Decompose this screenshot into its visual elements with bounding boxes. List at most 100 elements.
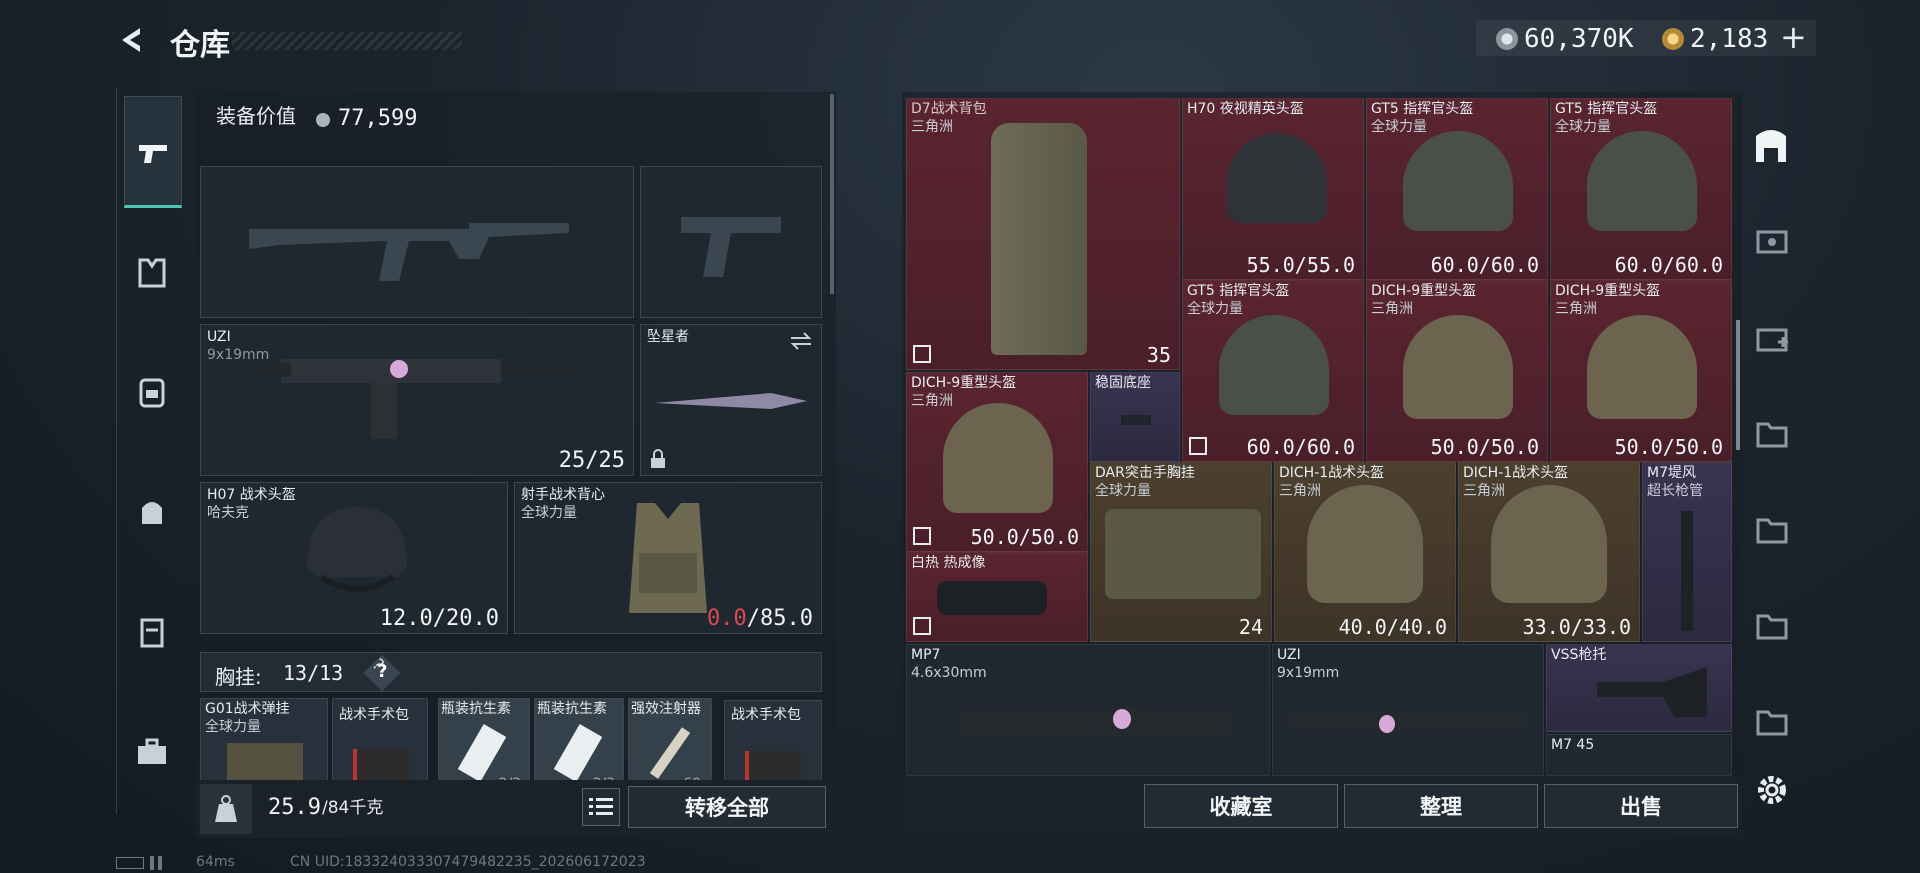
item-name: DICH-1战术头盔 (1463, 465, 1569, 481)
ping-text: 64ms (196, 854, 235, 870)
stash-tab-1[interactable] (1752, 218, 1792, 258)
chest-rig-header: 胸挂: 13/13 ? ? (200, 652, 822, 692)
signal-icon (150, 856, 182, 870)
scope-icon (937, 581, 1047, 615)
gold-icon (1662, 28, 1684, 50)
add-currency-button[interactable]: + (1780, 18, 1807, 56)
stash-item-helmet[interactable]: DICH-9重型头盔 三角洲 50.0/50.0 (1366, 280, 1548, 462)
durability: 0.0/85.0 (707, 606, 813, 631)
no-trade-icon (913, 527, 931, 545)
item-name: DICH-1战术头盔 (1279, 465, 1385, 481)
stash-item-stock[interactable]: VSS枪托 (1546, 644, 1732, 732)
item-brand: 哈夫克 (207, 505, 249, 521)
stash-item-mount[interactable]: 稳固底座 (1090, 372, 1180, 462)
stash-tab-4[interactable] (1752, 508, 1792, 548)
durability: 55.0/55.0 (1246, 253, 1355, 277)
durability-max: /85.0 (746, 606, 813, 631)
folder-icon (1756, 518, 1788, 544)
stash-scrollbar[interactable] (1736, 320, 1740, 450)
sell-button[interactable]: 出售 (1544, 784, 1738, 828)
folder-icon (1756, 614, 1788, 640)
currency-gold: 2,183 (1690, 24, 1769, 54)
help-icon: ? (377, 661, 388, 682)
capacity-badge: 24 (1238, 615, 1263, 639)
stash-item-helmet[interactable]: GT5 指挥官头盔 全球力量 60.0/60.0 (1550, 98, 1732, 280)
item-brand: 全球力量 (205, 719, 261, 735)
equip-value: 77,599 (338, 106, 418, 131)
item-name: D7战术背包 (911, 101, 987, 117)
stash-item-helmet[interactable]: GT5 指挥官头盔 全球力量 60.0/60.0 (1366, 98, 1548, 280)
page-title: 仓库 (170, 28, 230, 63)
vest-icon[interactable] (132, 252, 172, 292)
durability: 33.0/33.0 (1522, 615, 1631, 639)
primary-weapon-slot[interactable] (200, 166, 634, 318)
helmet-icon (1403, 315, 1513, 419)
stash-item-backpack[interactable]: D7战术背包 三角洲 35 (906, 98, 1180, 370)
stash-item-helmet[interactable]: GT5 指挥官头盔 全球力量 60.0/60.0 (1182, 280, 1364, 462)
chest-rig-label: 胸挂: (215, 665, 262, 689)
syringe-icon (649, 727, 691, 779)
stash-item-helmet[interactable]: DICH-9重型头盔 三角洲 50.0/50.0 (1550, 280, 1732, 462)
weight-current: 25.9 (268, 795, 321, 820)
equipped-uzi[interactable]: UZI 9x19mm 25/25 (200, 324, 634, 476)
item-name: GT5 指挥官头盔 (1187, 283, 1290, 299)
stash-item-mp7[interactable]: MP7 4.6x30mm (906, 644, 1270, 776)
item-name: 强效注射器 (631, 701, 701, 717)
no-trade-icon (913, 345, 931, 363)
item-name: 白热 热成像 (911, 555, 986, 571)
helmet-slot[interactable]: H07 战术头盔 哈夫克 12.0/20.0 (200, 482, 508, 634)
collection-button[interactable]: 收藏室 (1144, 784, 1338, 828)
loadout-scrollbar[interactable] (830, 94, 834, 294)
swap-icon[interactable] (789, 331, 813, 351)
tab-weapons[interactable] (124, 96, 182, 208)
item-name: G01战术弹挂 (205, 701, 290, 717)
stash-tab-all[interactable] (1748, 122, 1794, 168)
pistol-slot[interactable] (640, 166, 822, 318)
stash-item-helmet[interactable]: DICH-9重型头盔 三角洲 50.0/50.0 (906, 372, 1088, 552)
settings-button[interactable] (1752, 770, 1792, 810)
vest-slot[interactable]: 射手战术背心 全球力量 0.0/85.0 (514, 482, 822, 634)
item-name: MP7 (911, 647, 941, 663)
case-icon[interactable] (132, 612, 172, 652)
item-brand: 三角洲 (911, 119, 953, 135)
sort-button[interactable]: 整理 (1344, 784, 1538, 828)
item-name: 战术手术包 (731, 707, 801, 723)
stash-item-helmet[interactable]: H70 夜视精英头盔 55.0/55.0 (1182, 98, 1364, 280)
stash-item-helmet[interactable]: DICH-1战术头盔 三角洲 33.0/33.0 (1458, 462, 1640, 642)
item-brand: 全球力量 (1187, 301, 1243, 317)
bottle-icon (457, 723, 507, 783)
charm-icon (1379, 715, 1395, 733)
stash-tab-2[interactable] (1752, 316, 1792, 356)
stash-tab-6[interactable] (1752, 700, 1792, 740)
stash-tab-5[interactable] (1752, 604, 1792, 644)
helmet-icon (1491, 485, 1607, 603)
helmet-icon (1403, 131, 1513, 231)
melee-slot[interactable]: 坠星者 (640, 324, 822, 476)
stash-item-barrel[interactable]: M7堤风 超长枪管 (1642, 462, 1732, 642)
barrel-icon (1681, 511, 1693, 631)
pouch-icon[interactable] (132, 492, 172, 532)
item-caliber: 4.6x30mm (911, 665, 987, 681)
item-name: H70 夜视精英头盔 (1187, 101, 1304, 117)
storage-add-icon (1756, 328, 1788, 352)
stash-item-chest-rig[interactable]: DAR突击手胸挂 全球力量 24 (1090, 462, 1272, 642)
durability: 12.0/20.0 (379, 606, 499, 631)
durability-low: 0.0 (707, 606, 747, 631)
stash-item-m7[interactable]: M7 45 (1546, 734, 1732, 776)
toolbox-icon[interactable] (132, 732, 172, 772)
list-icon (589, 798, 613, 815)
durability: 50.0/50.0 (970, 525, 1079, 549)
stash-item-helmet[interactable]: DICH-1战术头盔 三角洲 40.0/40.0 (1274, 462, 1456, 642)
vest-item-icon (629, 503, 707, 613)
helmet-icon (1227, 133, 1327, 223)
stash-item-uzi[interactable]: UZI 9x19mm (1272, 644, 1544, 776)
list-view-button[interactable] (582, 788, 620, 826)
transfer-all-button[interactable]: 转移全部 (628, 786, 826, 828)
stash-tab-3[interactable] (1752, 412, 1792, 452)
backpack-icon[interactable] (132, 372, 172, 412)
stash-item-thermal[interactable]: 白热 热成像 (906, 552, 1088, 642)
item-name: DICH-9重型头盔 (1555, 283, 1661, 299)
weight-max: /84千克 (322, 798, 384, 818)
back-button[interactable] (114, 22, 150, 58)
uid-text: CN UID:18332403330747948223​5_2026061720… (290, 854, 646, 870)
